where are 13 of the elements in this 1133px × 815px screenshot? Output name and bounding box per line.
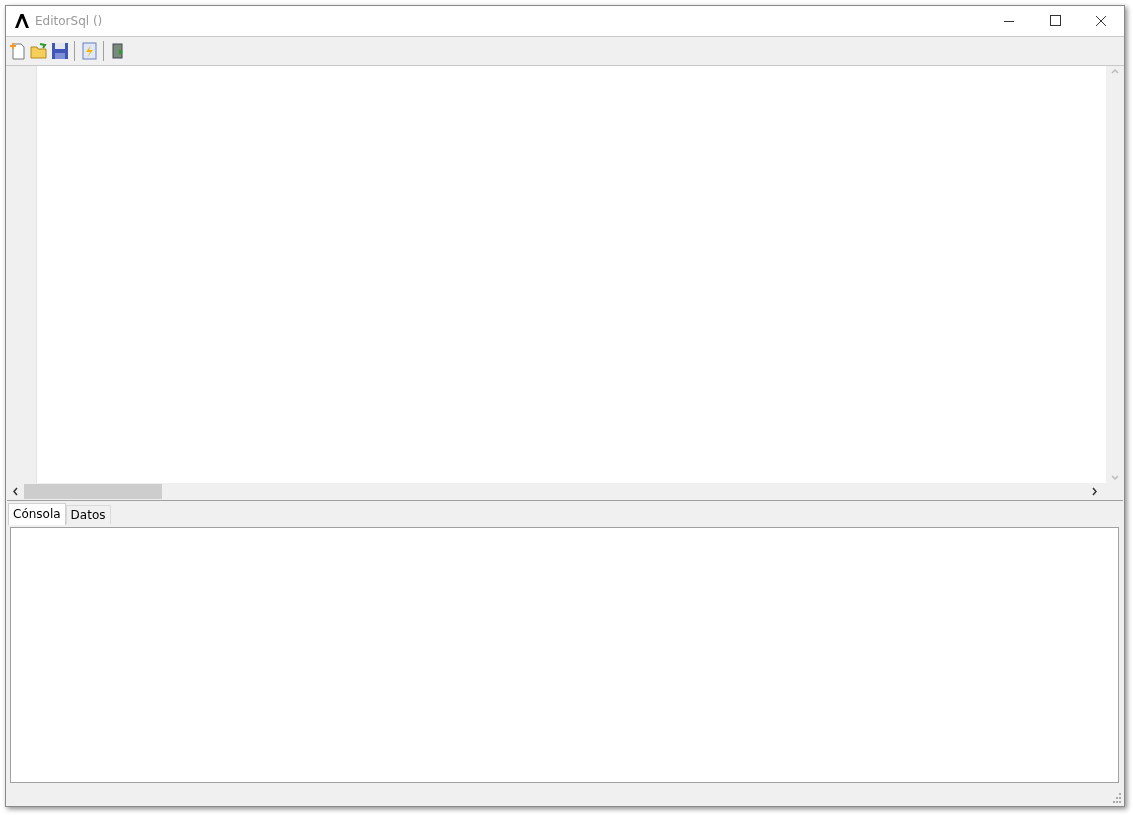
- tab[interactable]: Datos: [65, 505, 111, 524]
- app-logo-icon: [15, 14, 29, 28]
- open-folder-icon[interactable]: [30, 42, 48, 60]
- window-title: EditorSql (): [35, 14, 103, 28]
- new-file-icon[interactable]: [9, 42, 27, 60]
- vertical-scrollbar[interactable]: [1106, 66, 1123, 483]
- scroll-up-icon[interactable]: [1109, 66, 1120, 76]
- resize-grip-icon[interactable]: [1111, 793, 1121, 803]
- save-icon[interactable]: [51, 42, 69, 60]
- horizontal-scrollbar[interactable]: [7, 483, 1123, 500]
- run-script-icon[interactable]: [80, 42, 98, 60]
- tab[interactable]: Cónsola: [8, 503, 66, 525]
- scroll-down-icon[interactable]: [1109, 473, 1120, 483]
